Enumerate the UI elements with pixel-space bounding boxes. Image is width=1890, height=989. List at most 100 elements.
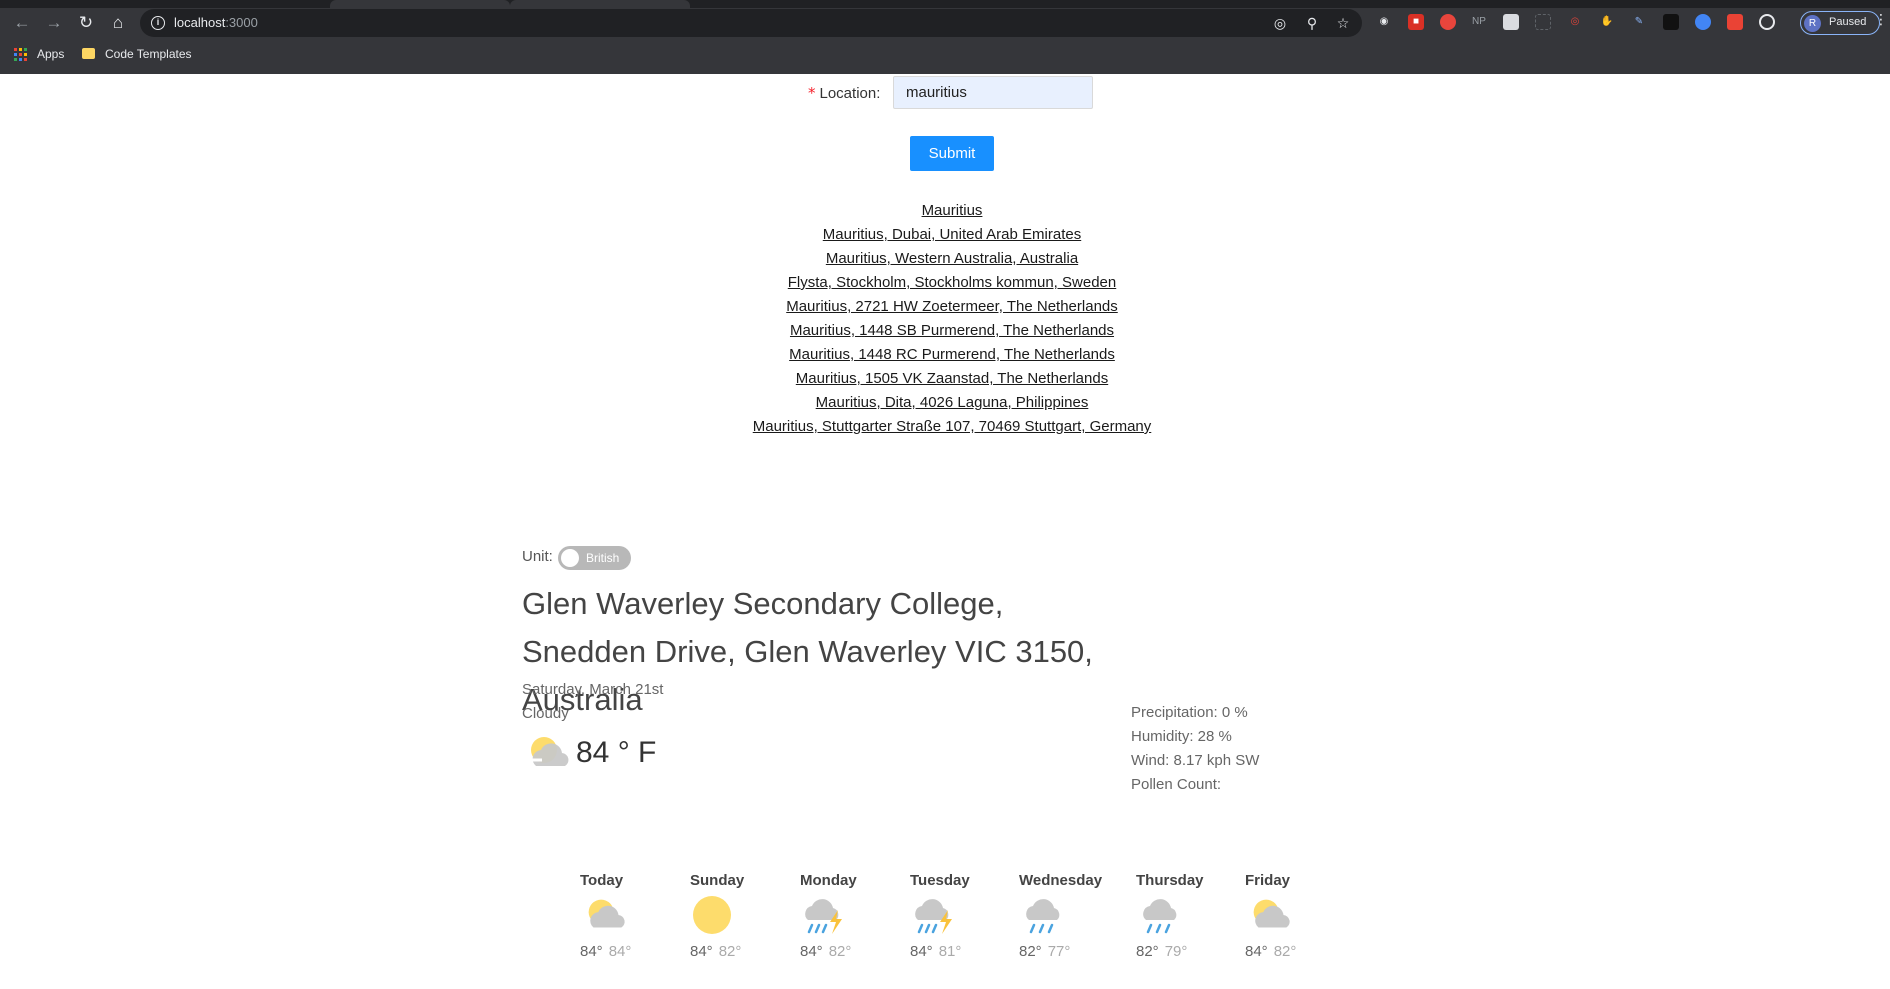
extension-hand-icon[interactable]: ✋ — [1599, 14, 1615, 30]
profile-button[interactable]: R Paused — [1800, 11, 1880, 35]
home-icon[interactable]: ⌂ — [106, 11, 130, 35]
profile-status: Paused — [1829, 16, 1867, 28]
reload-icon[interactable]: ↻ — [74, 11, 98, 35]
weather-panel: Unit: British Glen Waverley Secondary Co… — [522, 544, 1322, 984]
suggestion-link[interactable]: Mauritius, 2721 HW Zoetermeer, The Nethe… — [786, 298, 1118, 315]
extension-card-icon[interactable] — [1503, 14, 1519, 30]
day-temperatures: 84° 82° — [690, 943, 741, 960]
forecast-date: Saturday, March 21st — [522, 681, 664, 698]
rain-icon — [1136, 894, 1186, 943]
extension-circle-icon[interactable]: ◉ — [1376, 14, 1392, 30]
high-temp: 82° — [1136, 943, 1159, 960]
extension-search-icon[interactable] — [1695, 14, 1711, 30]
thunderstorm-icon — [910, 894, 960, 943]
partly-cloudy-icon — [522, 732, 574, 777]
bookmark-apps[interactable]: Apps — [37, 47, 64, 61]
location-form-row: * Location: — [0, 74, 1890, 110]
suggestion-link[interactable]: Mauritius, 1448 SB Purmerend, The Nether… — [790, 322, 1114, 339]
bookmark-code-templates[interactable]: Code Templates — [105, 47, 192, 61]
avatar: R — [1804, 15, 1821, 32]
precipitation: Precipitation: 0 % — [1131, 704, 1248, 721]
extension-pen-icon[interactable]: ✎ — [1631, 14, 1647, 30]
location-title: Glen Waverley Secondary College, Snedden… — [522, 586, 1093, 717]
apps-grid-icon[interactable] — [14, 48, 27, 61]
github-icon[interactable] — [1759, 14, 1775, 30]
list-item: Mauritius — [0, 199, 1890, 223]
low-temp: 81° — [938, 943, 962, 960]
list-item: Mauritius, Dubai, United Arab Emirates — [0, 223, 1890, 247]
tab-strip — [0, 0, 1890, 8]
low-temp: 79° — [1164, 943, 1188, 960]
location-input[interactable] — [893, 76, 1093, 109]
suggestion-link[interactable]: Mauritius, Dubai, United Arab Emirates — [823, 226, 1081, 243]
sun-icon — [690, 894, 734, 941]
info-icon[interactable]: i — [151, 16, 165, 30]
extension-red-icon[interactable]: ■ — [1408, 14, 1424, 30]
weather-condition: Cloudy — [522, 705, 569, 722]
high-temp: 84° — [1245, 943, 1268, 960]
suggestion-link[interactable]: Mauritius, Stuttgarter Straße 107, 70469… — [753, 418, 1152, 435]
partly-cloudy-icon — [580, 894, 630, 941]
tab[interactable] — [330, 0, 510, 8]
extension-person-icon[interactable] — [1727, 14, 1743, 30]
suggestion-link[interactable]: Mauritius, 1505 VK Zaanstad, The Netherl… — [796, 370, 1108, 387]
day-name: Thursday — [1136, 872, 1204, 889]
url-text: localhost:3000 — [174, 15, 258, 30]
day-temperatures: 84° 84° — [580, 943, 631, 960]
weather-details: Precipitation: 0 % Humidity: 28 % Wind: … — [1131, 701, 1259, 797]
folder-icon[interactable] — [82, 48, 95, 59]
suggestion-link[interactable]: Mauritius, Western Australia, Australia — [826, 250, 1078, 267]
rain-icon — [1019, 894, 1069, 943]
location-suggestions-list: Mauritius Mauritius, Dubai, United Arab … — [0, 199, 1890, 439]
day-temperatures: 82° 77° — [1019, 943, 1070, 960]
day-name: Friday — [1245, 872, 1291, 889]
high-temp: 84° — [910, 943, 933, 960]
url-port: :3000 — [225, 15, 258, 30]
list-item: Mauritius, 1448 SB Purmerend, The Nether… — [0, 319, 1890, 343]
pollen-count: Pollen Count: — [1131, 776, 1222, 793]
back-arrow-icon[interactable]: ← — [10, 11, 34, 35]
submit-button[interactable]: Submit — [910, 136, 994, 171]
day-temperatures: 84° 81° — [910, 943, 961, 960]
list-item: Mauritius, 1448 RC Purmerend, The Nether… — [0, 343, 1890, 367]
list-item: Mauritius, 1505 VK Zaanstad, The Netherl… — [0, 367, 1890, 391]
list-item: Mauritius, Dita, 4026 Laguna, Philippine… — [0, 391, 1890, 415]
location-label: * Location: — [808, 84, 880, 102]
high-temp: 84° — [800, 943, 823, 960]
extension-capture-icon[interactable] — [1535, 14, 1551, 30]
weekly-forecast: Today 84° 84° Sunday 84° 82° Monday 84° 82° — [522, 872, 1322, 982]
low-temp: 82° — [828, 943, 852, 960]
day-name: Sunday — [690, 872, 745, 889]
day-name: Monday — [800, 872, 857, 889]
unit-toggle-label: British — [586, 551, 620, 565]
day-name: Today — [580, 872, 624, 889]
unit-label: Unit: — [522, 548, 553, 565]
day-temperatures: 84° 82° — [800, 943, 851, 960]
bookmark-star-icon[interactable]: ☆ — [1335, 15, 1351, 31]
high-temp: 84° — [690, 943, 713, 960]
toggle-knob — [561, 549, 579, 567]
low-temp: 77° — [1047, 943, 1071, 960]
suggestion-link[interactable]: Flysta, Stockholm, Stockholms kommun, Sw… — [788, 274, 1116, 291]
day-name: Tuesday — [910, 872, 970, 889]
address-bar[interactable]: i localhost:3000 ◎ ⚲ ☆ — [140, 9, 1362, 37]
kebab-menu-icon[interactable]: ⋮ — [1874, 12, 1888, 26]
forward-arrow-icon[interactable]: → — [42, 11, 66, 35]
extension-spiral-icon[interactable]: ◎ — [1567, 14, 1583, 30]
suggestion-link[interactable]: Mauritius, 1448 RC Purmerend, The Nether… — [789, 346, 1115, 363]
current-temperature: 84 ° F — [576, 736, 657, 769]
suggestion-link[interactable]: Mauritius, Dita, 4026 Laguna, Philippine… — [816, 394, 1089, 411]
list-item: Mauritius, Western Australia, Australia — [0, 247, 1890, 271]
extension-np-icon[interactable]: NP — [1471, 14, 1487, 30]
suggestion-link[interactable]: Mauritius — [922, 202, 983, 219]
tab[interactable] — [510, 0, 690, 8]
extension-record-icon[interactable] — [1440, 14, 1456, 30]
partly-cloudy-icon — [1245, 894, 1295, 941]
extension-dark-icon[interactable] — [1663, 14, 1679, 30]
thunderstorm-icon — [800, 894, 850, 943]
low-temp: 82° — [718, 943, 742, 960]
unit-toggle[interactable]: British — [558, 546, 631, 570]
zoom-icon[interactable]: ⚲ — [1304, 15, 1320, 31]
location-target-icon[interactable]: ◎ — [1272, 15, 1288, 31]
list-item: Flysta, Stockholm, Stockholms kommun, Sw… — [0, 271, 1890, 295]
